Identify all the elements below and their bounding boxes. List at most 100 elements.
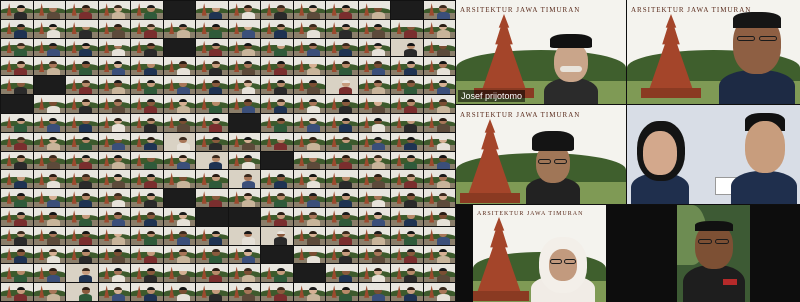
participant-thumbnail[interactable] [326,38,358,57]
participant-thumbnail[interactable] [326,113,358,132]
participant-thumbnail[interactable] [423,207,455,226]
participant-thumbnail[interactable] [391,170,423,189]
participant-thumbnail[interactable] [33,245,65,264]
participant-thumbnail[interactable] [228,1,260,19]
participant-thumbnail[interactable] [66,1,98,19]
participant-thumbnail[interactable] [423,1,455,19]
participant-thumbnail[interactable] [1,245,33,264]
participant-thumbnail[interactable] [131,95,163,113]
participant-thumbnail[interactable] [66,170,98,189]
participant-thumbnail[interactable] [391,264,423,283]
speaker-tile-6[interactable] [677,205,750,302]
participant-thumbnail[interactable] [326,245,358,264]
participant-thumbnail[interactable] [391,1,423,19]
participant-thumbnail[interactable] [293,264,325,283]
participant-thumbnail[interactable] [196,207,228,226]
participant-thumbnail[interactable] [66,38,98,57]
participant-thumbnail[interactable] [423,38,455,57]
participant-thumbnail[interactable] [1,283,33,301]
participant-thumbnail[interactable] [423,19,455,38]
participant-thumbnail[interactable] [131,113,163,132]
participant-thumbnail[interactable] [326,132,358,151]
participant-thumbnail[interactable] [391,113,423,132]
participant-thumbnail[interactable] [326,76,358,95]
participant-thumbnail[interactable] [1,57,33,76]
participant-thumbnail[interactable] [98,226,130,245]
participant-thumbnail[interactable] [131,189,163,207]
participant-thumbnail[interactable] [228,132,260,151]
participant-thumbnail[interactable] [131,245,163,264]
participant-thumbnail[interactable] [391,132,423,151]
participant-thumbnail[interactable] [1,19,33,38]
participant-thumbnail[interactable] [196,189,228,207]
participant-thumbnail[interactable] [228,170,260,189]
participant-thumbnail[interactable] [33,113,65,132]
participant-thumbnail[interactable] [131,132,163,151]
participant-thumbnail[interactable] [326,283,358,301]
participant-thumbnail[interactable] [293,283,325,301]
participant-thumbnail[interactable] [358,189,390,207]
participant-thumbnail[interactable] [66,151,98,170]
participant-thumbnail[interactable] [163,170,195,189]
participant-thumbnail[interactable] [358,264,390,283]
participant-thumbnail[interactable] [423,264,455,283]
participant-thumbnail[interactable] [358,132,390,151]
participant-thumbnail[interactable] [358,95,390,113]
participant-thumbnail[interactable] [33,95,65,113]
participant-thumbnail[interactable] [391,189,423,207]
participant-thumbnail[interactable] [293,226,325,245]
participant-thumbnail[interactable] [423,151,455,170]
participant-thumbnail[interactable] [196,151,228,170]
participant-thumbnail[interactable] [358,207,390,226]
participant-thumbnail[interactable] [196,283,228,301]
participant-thumbnail[interactable] [131,170,163,189]
participant-thumbnail[interactable] [196,95,228,113]
participant-thumbnail[interactable] [293,76,325,95]
participant-thumbnail[interactable] [326,207,358,226]
participant-thumbnail[interactable] [131,207,163,226]
participant-thumbnail[interactable] [196,38,228,57]
participant-thumbnail[interactable] [131,19,163,38]
participant-thumbnail[interactable] [131,76,163,95]
participant-thumbnail[interactable] [163,57,195,76]
participant-thumbnail[interactable] [163,38,195,57]
participant-thumbnail[interactable] [326,151,358,170]
participant-thumbnail[interactable] [98,207,130,226]
participant-thumbnail[interactable] [1,95,33,113]
participant-thumbnail[interactable] [1,1,33,19]
participant-thumbnail[interactable] [1,38,33,57]
participant-thumbnail[interactable] [261,1,293,19]
participant-thumbnail[interactable] [423,170,455,189]
participant-thumbnail[interactable] [423,226,455,245]
participant-thumbnail[interactable] [261,19,293,38]
participant-thumbnail[interactable] [66,95,98,113]
participant-thumbnail[interactable] [66,226,98,245]
participant-thumbnail[interactable] [98,151,130,170]
participant-thumbnail[interactable] [228,245,260,264]
participant-thumbnail[interactable] [98,132,130,151]
participant-thumbnail[interactable] [228,19,260,38]
participant-thumbnail[interactable] [261,38,293,57]
participant-thumbnail[interactable] [391,95,423,113]
participant-thumbnail[interactable] [391,57,423,76]
participant-thumbnail[interactable] [326,57,358,76]
speaker-tile-5[interactable]: ARSITEKTUR JAWA TIMURAN [473,205,606,302]
participant-thumbnail[interactable] [98,76,130,95]
participant-thumbnail[interactable] [293,113,325,132]
participant-thumbnail[interactable] [1,113,33,132]
participant-thumbnail[interactable] [228,38,260,57]
participant-thumbnail[interactable] [66,76,98,95]
participant-thumbnail[interactable] [358,151,390,170]
participant-thumbnail[interactable] [98,1,130,19]
participant-thumbnail[interactable] [33,57,65,76]
participant-thumbnail[interactable] [326,170,358,189]
participant-thumbnail[interactable] [261,207,293,226]
participant-thumbnail[interactable] [326,264,358,283]
participant-thumbnail[interactable] [228,57,260,76]
participant-thumbnail[interactable] [326,1,358,19]
participant-thumbnail[interactable] [1,189,33,207]
participant-thumbnail[interactable] [163,95,195,113]
participant-thumbnail[interactable] [293,1,325,19]
participant-thumbnail[interactable] [261,95,293,113]
participant-thumbnail[interactable] [228,189,260,207]
